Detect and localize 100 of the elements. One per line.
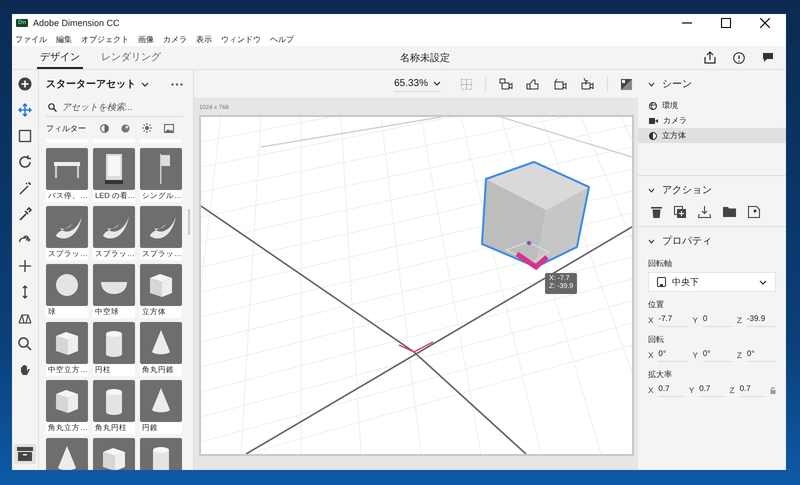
move-arrows-icon[interactable]	[18, 103, 32, 117]
asset-thumbnail[interactable]	[140, 206, 182, 248]
number-field[interactable]: 0	[702, 314, 732, 327]
asset-thumbnail[interactable]	[93, 438, 136, 470]
menu-item[interactable]: 表示	[196, 34, 212, 44]
menu-item[interactable]: カメラ	[163, 34, 187, 44]
asset-thumbnail[interactable]	[93, 380, 136, 422]
trash-icon[interactable]	[651, 206, 662, 218]
axis-label: X	[648, 351, 654, 360]
axis-marker	[398, 341, 434, 353]
chevron-icon[interactable]	[648, 82, 656, 86]
download-icon[interactable]	[698, 206, 712, 218]
menu-item[interactable]: 編集	[56, 34, 72, 44]
axis-label: Z	[730, 386, 735, 395]
rotate-icon[interactable]	[18, 155, 32, 169]
axis-label: Z	[737, 351, 742, 360]
chevron-down-icon	[433, 81, 441, 86]
asset-thumbnail[interactable]	[46, 438, 88, 470]
document-title: 名称未設定	[400, 52, 450, 66]
half-circle-icon	[649, 132, 658, 140]
field-label: 回転	[648, 334, 666, 345]
asset-thumbnail[interactable]	[46, 148, 88, 190]
window-title: Adobe Dimension CC	[33, 18, 120, 28]
number-field[interactable]: 0.7	[740, 384, 766, 397]
globe-icon	[649, 102, 658, 110]
cube-drawing[interactable]	[481, 160, 590, 270]
menu-item[interactable]: オブジェクト	[81, 34, 129, 44]
asset-thumbnail[interactable]	[46, 380, 88, 422]
field-label: 回転軸	[648, 258, 674, 269]
sun-icon[interactable]	[142, 123, 152, 133]
field-label: 拡大率	[648, 369, 674, 380]
lock-icon[interactable]	[770, 387, 776, 394]
number-field[interactable]: -39.9	[746, 314, 776, 327]
scene-item[interactable]: カメラ	[638, 113, 786, 128]
asset-thumbnail[interactable]	[93, 206, 136, 248]
scene-item[interactable]: 立方体	[638, 128, 786, 143]
number-field[interactable]: 0.7	[658, 384, 684, 397]
axis-label: X	[648, 316, 654, 325]
field-label: 位置	[648, 299, 666, 310]
zoom-icon[interactable]	[18, 337, 32, 351]
maximize-icon[interactable]	[721, 18, 731, 28]
asset-thumbnail[interactable]	[140, 322, 182, 364]
axis-label: X	[648, 386, 654, 395]
tab[interactable]: デザイン	[37, 46, 83, 69]
tab[interactable]: レンダリング	[98, 46, 164, 69]
scrollbar-thumb[interactable]	[188, 209, 190, 235]
number-field[interactable]: -7.7	[658, 314, 688, 327]
asset-thumbnail[interactable]	[93, 322, 136, 364]
duplicate-icon[interactable]	[674, 206, 686, 218]
zoom-dropdown[interactable]: 65.33%	[394, 76, 441, 92]
frame-icon[interactable]	[18, 129, 32, 143]
eyedropper-icon[interactable]	[18, 207, 32, 221]
material-ball-icon[interactable]	[121, 124, 130, 132]
chevron-icon[interactable]	[648, 188, 656, 192]
hand-icon[interactable]	[18, 363, 32, 377]
menu-item[interactable]: ウィンドウ	[221, 34, 261, 44]
search-field[interactable]: アセットを検索...	[62, 100, 172, 114]
menu-item[interactable]: ヘルプ	[270, 34, 294, 44]
section-title[interactable]: シーン	[662, 77, 692, 91]
panel-title[interactable]: スターターアセット	[46, 77, 136, 91]
axis-label: Y	[692, 316, 698, 325]
asset-thumbnail[interactable]	[93, 264, 136, 306]
chevron-down-icon[interactable]	[141, 82, 150, 86]
comment-icon[interactable]	[762, 52, 774, 63]
filter-label: フィルター	[46, 122, 86, 134]
asset-thumbnail[interactable]	[46, 206, 88, 248]
chevron-down-icon	[759, 280, 768, 284]
asset-thumbnail[interactable]	[140, 380, 182, 422]
section-title[interactable]: アクション	[662, 183, 712, 197]
half-circle-icon[interactable]	[100, 124, 110, 132]
chevron-icon[interactable]	[648, 238, 656, 244]
pivot-dropdown[interactable]: 中央下	[648, 272, 776, 292]
folder-icon[interactable]	[723, 206, 736, 217]
close-icon[interactable]	[760, 18, 770, 28]
more-icon[interactable]	[171, 82, 184, 86]
number-field[interactable]: 0°	[702, 349, 732, 362]
menu-item[interactable]: 画像	[138, 34, 154, 44]
tag-icon[interactable]	[748, 206, 760, 218]
axis-label: Z	[737, 316, 742, 325]
asset-thumbnail[interactable]	[93, 148, 136, 190]
menu-item[interactable]: ファイル	[15, 34, 47, 44]
asset-thumbnail[interactable]	[140, 438, 182, 470]
asset-thumbnail[interactable]	[46, 322, 88, 364]
asset-thumbnail[interactable]	[140, 264, 182, 306]
share-icon[interactable]	[704, 51, 716, 64]
number-field[interactable]: 0.7	[699, 384, 725, 397]
search-icon	[48, 102, 58, 112]
number-field[interactable]: 0°	[746, 349, 776, 362]
asset-thumbnail[interactable]	[46, 264, 88, 306]
add-icon[interactable]	[18, 77, 32, 91]
scene-item[interactable]: 環境	[638, 98, 786, 113]
section-title[interactable]: プロパティ	[662, 234, 712, 248]
pivot-icon	[657, 277, 666, 287]
number-field[interactable]: 0°	[658, 349, 688, 362]
archive-icon[interactable]	[14, 444, 36, 464]
asset-thumbnail[interactable]	[140, 148, 182, 190]
wand-icon[interactable]	[18, 181, 32, 195]
plus-cross-icon[interactable]	[18, 259, 32, 273]
render-preview-icon[interactable]	[621, 78, 632, 90]
image-icon[interactable]	[164, 124, 174, 132]
